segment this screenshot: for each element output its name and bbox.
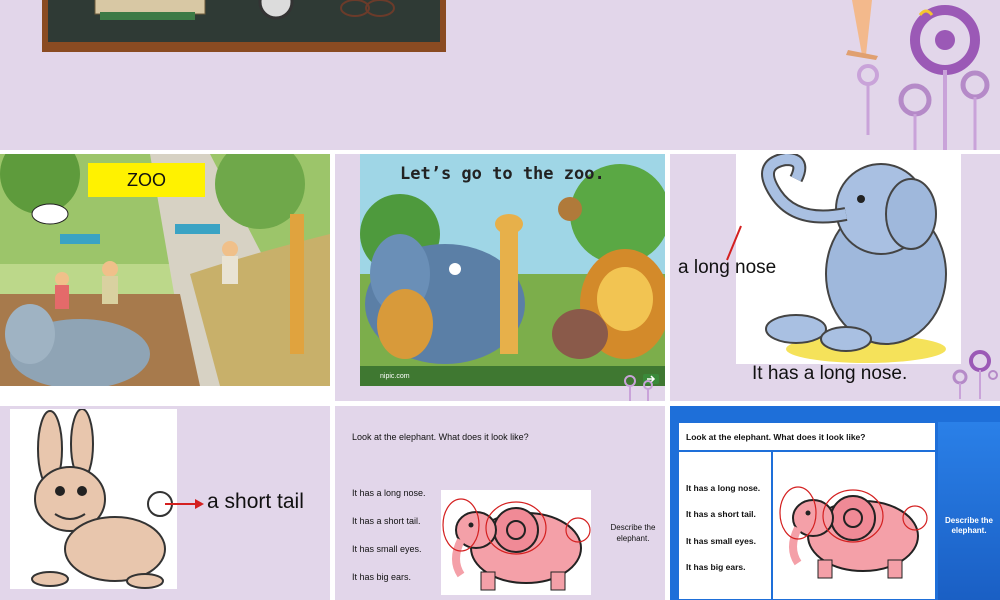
caption: It has a long nose. xyxy=(752,363,908,384)
divider xyxy=(771,452,773,600)
nose-label: a long nose xyxy=(678,257,777,278)
list-item: It has big ears. xyxy=(352,572,412,582)
rabbit-illustration xyxy=(10,409,177,589)
list-item: It has a short tail. xyxy=(686,509,756,519)
decorative-flowers-icon xyxy=(952,350,998,399)
decorative-flowers-icon xyxy=(624,375,653,401)
slide-thumbnail-3[interactable]: Let’s go to the zoo. nipic.com xyxy=(335,154,665,401)
divider xyxy=(678,450,936,452)
jungle-animals-illustration xyxy=(360,154,665,386)
watermark-text: nipic.com xyxy=(380,373,410,380)
zoo-banner: ZOO xyxy=(88,163,205,197)
list-item: It has a short tail. xyxy=(352,516,421,526)
slide-thumbnail-7[interactable]: Look at the elephant. What does it look … xyxy=(670,406,1000,600)
question-text: Look at the elephant. What does it look … xyxy=(686,432,866,442)
side-panel xyxy=(938,422,1000,600)
slide-thumbnail-1[interactable] xyxy=(0,0,1000,150)
list-item: It has a long nose. xyxy=(686,483,761,493)
chalkboard-illustration xyxy=(42,0,990,150)
list-item: It has small eyes. xyxy=(352,544,422,554)
describe-text: Describe the elephant. xyxy=(944,516,994,535)
pink-elephant-illustration xyxy=(441,490,591,595)
question-text: Look at the elephant. What does it look … xyxy=(352,432,529,442)
describe-text: Describe the elephant. xyxy=(610,523,656,543)
slide-thumbnail-5[interactable]: a short tail xyxy=(0,406,330,600)
list-item: It has big ears. xyxy=(686,562,746,572)
slide-thumbnail-2[interactable]: ZOO xyxy=(0,154,330,386)
list-item: It has a long nose. xyxy=(352,488,426,498)
slide-thumbnail-6[interactable]: Look at the elephant. What does it look … xyxy=(335,406,665,600)
slide-thumbnail-4[interactable]: a long nose It has a long nose. xyxy=(670,154,1000,401)
pink-elephant-illustration xyxy=(779,486,928,579)
list-item: It has small eyes. xyxy=(686,536,756,546)
pointer-arrow xyxy=(726,225,742,261)
tail-label: a short tail xyxy=(207,490,304,513)
slide-title: Let’s go to the zoo. xyxy=(400,164,605,184)
pointer-arrow xyxy=(165,499,204,509)
